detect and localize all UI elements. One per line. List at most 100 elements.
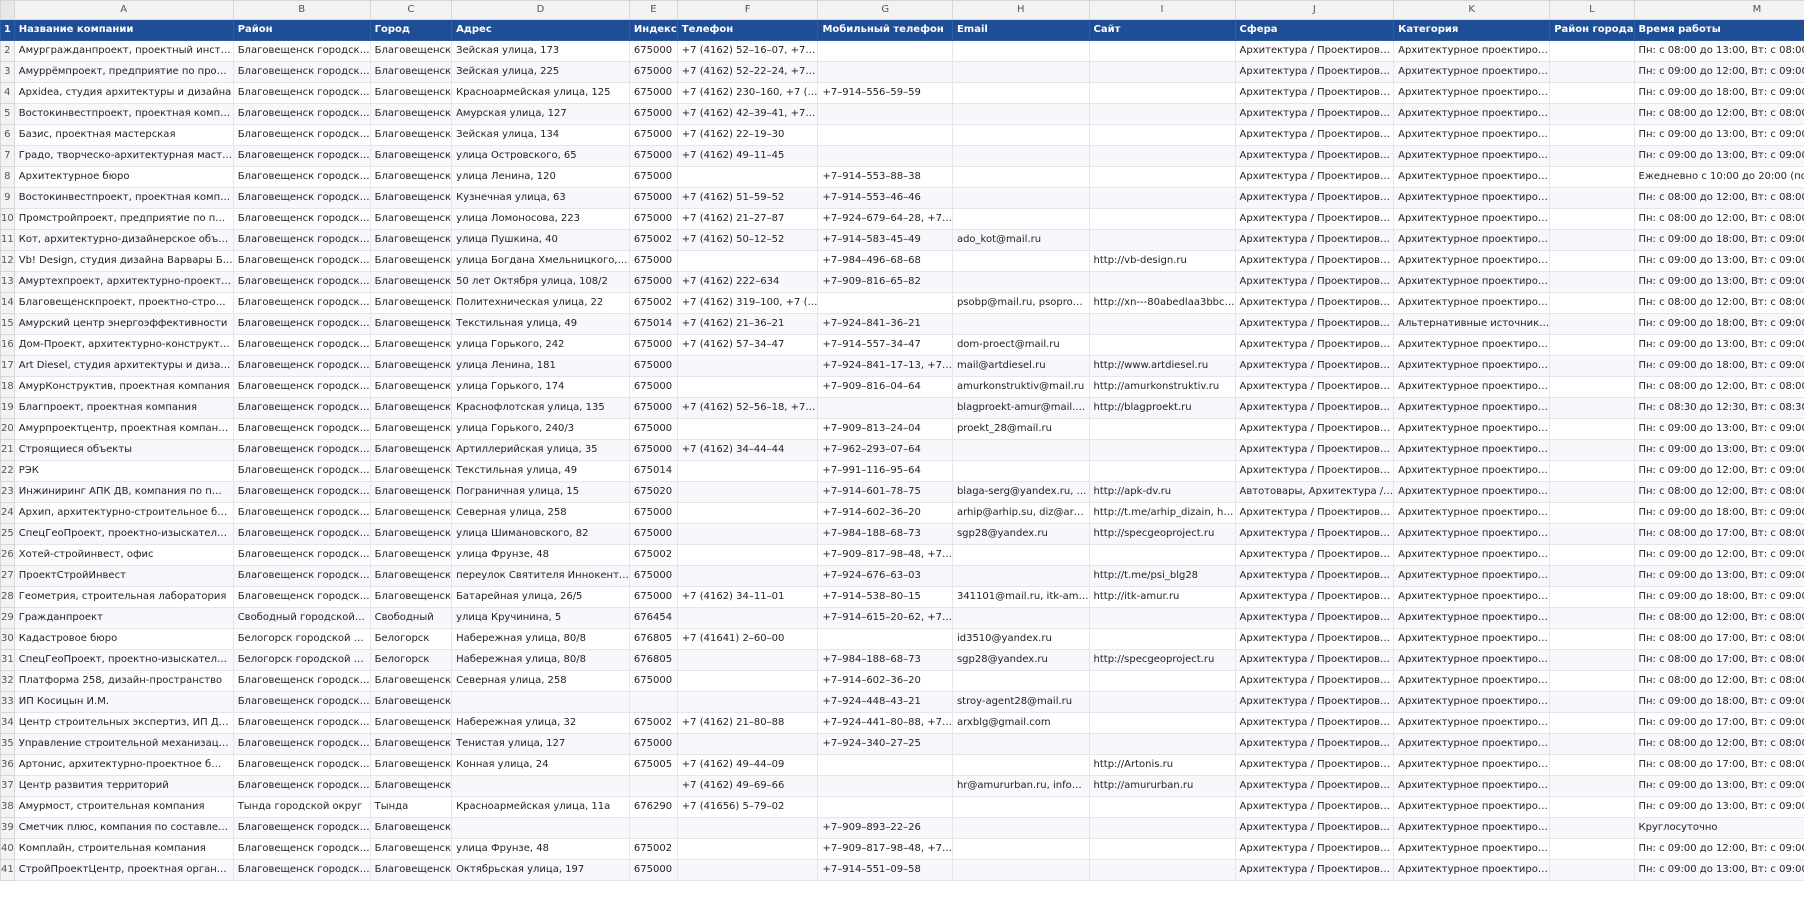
table-cell[interactable]: http://www.artdiesel.ru: [1088, 355, 1236, 377]
table-cell[interactable]: Архитектура / Проектиров…: [1234, 565, 1395, 587]
table-cell[interactable]: Благовещенск: [369, 313, 453, 335]
table-cell[interactable]: Автотовары, Архитектура /…: [1234, 481, 1395, 503]
table-cell[interactable]: +7–914–615–20–62, +7…: [817, 607, 953, 629]
table-cell[interactable]: blaga-serg@yandex.ru, …: [951, 481, 1090, 503]
table-cell[interactable]: улица Островского, 65: [451, 145, 630, 167]
table-cell[interactable]: [951, 166, 1090, 188]
table-cell[interactable]: [676, 838, 819, 860]
header-cell[interactable]: Адрес: [451, 19, 630, 41]
table-cell[interactable]: +7–909–816–04–64: [817, 376, 953, 398]
table-cell[interactable]: [1549, 481, 1635, 503]
table-cell[interactable]: +7 (4162) 22–19–30: [676, 124, 819, 146]
table-cell[interactable]: [1088, 859, 1236, 881]
table-cell[interactable]: Пн: с 08:00 до 17:00, Вт: с 08:00 до 17:…: [1633, 628, 1804, 650]
table-cell[interactable]: Архитектура / Проектиров…: [1234, 733, 1395, 755]
table-cell[interactable]: Пн: с 09:00 до 13:00, Вт: с 09:00 до 13:…: [1633, 565, 1804, 587]
table-cell[interactable]: Белогорск: [369, 628, 453, 650]
table-cell[interactable]: Архитектурное проектиро…: [1393, 61, 1551, 83]
row-number[interactable]: 2: [0, 40, 15, 62]
table-cell[interactable]: Сметчик плюс, компания по составле…: [13, 817, 234, 839]
table-cell[interactable]: blagproekt-amur@mail.…: [951, 397, 1090, 419]
table-cell[interactable]: +7–914–538–80–15: [817, 586, 953, 608]
table-cell[interactable]: [676, 859, 819, 881]
table-cell[interactable]: Благовещенск: [369, 355, 453, 377]
table-cell[interactable]: [1088, 607, 1236, 629]
table-cell[interactable]: СпецГеоПроект, проектно-изыскател…: [13, 523, 234, 545]
table-cell[interactable]: Благовещенск: [369, 691, 453, 713]
table-cell[interactable]: Архитектура / Проектиров…: [1234, 103, 1395, 125]
table-cell[interactable]: hr@amururban.ru, info…: [951, 775, 1090, 797]
table-cell[interactable]: Архитектурное бюро: [13, 166, 234, 188]
table-cell[interactable]: Краснофлотская улица, 135: [451, 397, 630, 419]
table-cell[interactable]: Благовещенск: [369, 712, 453, 734]
table-cell[interactable]: 50 лет Октября улица, 108/2: [451, 271, 630, 293]
table-cell[interactable]: [676, 376, 819, 398]
table-cell[interactable]: Архитектурное проектиро…: [1393, 376, 1551, 398]
table-cell[interactable]: Востокинвестпроект, проектная комп…: [13, 103, 234, 125]
table-cell[interactable]: Благовещенск городск…: [232, 754, 371, 776]
table-cell[interactable]: Благовещенск городск…: [232, 544, 371, 566]
table-cell[interactable]: Зейская улица, 225: [451, 61, 630, 83]
table-cell[interactable]: [817, 628, 953, 650]
table-cell[interactable]: Артиллерийская улица, 35: [451, 439, 630, 461]
table-cell[interactable]: +7 (4162) 49–11–45: [676, 145, 819, 167]
column-letter-header[interactable]: F: [676, 0, 819, 20]
table-cell[interactable]: [676, 166, 819, 188]
table-cell[interactable]: [817, 40, 953, 62]
table-cell[interactable]: Благовещенск городск…: [232, 712, 371, 734]
table-cell[interactable]: Архитектурное проектиро…: [1393, 649, 1551, 671]
table-cell[interactable]: 675000: [628, 397, 678, 419]
table-cell[interactable]: Благовещенск городск…: [232, 124, 371, 146]
table-cell[interactable]: +7–914–557–34–47: [817, 334, 953, 356]
table-cell[interactable]: Свободный: [369, 607, 453, 629]
table-cell[interactable]: Архитектура / Проектиров…: [1234, 229, 1395, 251]
table-cell[interactable]: Амуртехпроект, архитектурно-проект…: [13, 271, 234, 293]
table-cell[interactable]: +7–984–188–68–73: [817, 649, 953, 671]
table-cell[interactable]: [817, 754, 953, 776]
table-cell[interactable]: Центр развития территорий: [13, 775, 234, 797]
table-cell[interactable]: Артонис, архитектурно-проектное б…: [13, 754, 234, 776]
table-cell[interactable]: 675000: [628, 586, 678, 608]
table-cell[interactable]: [1088, 817, 1236, 839]
table-cell[interactable]: 675014: [628, 313, 678, 335]
table-cell[interactable]: улица Пушкина, 40: [451, 229, 630, 251]
table-cell[interactable]: Пн: с 09:00 до 18:00, Вт: с 09:00 до 18:…: [1633, 355, 1804, 377]
table-cell[interactable]: Пн: с 08:00 до 12:00, Вт: с 08:00 до 12:…: [1633, 376, 1804, 398]
column-letter-header[interactable]: I: [1088, 0, 1236, 20]
table-cell[interactable]: Благовещенск: [369, 292, 453, 314]
table-cell[interactable]: [1549, 838, 1635, 860]
table-cell[interactable]: [676, 502, 819, 524]
table-cell[interactable]: [451, 691, 630, 713]
table-cell[interactable]: 675000: [628, 271, 678, 293]
table-cell[interactable]: 675000: [628, 145, 678, 167]
table-cell[interactable]: [1088, 439, 1236, 461]
table-cell[interactable]: +7–924–340–27–25: [817, 733, 953, 755]
table-cell[interactable]: [1549, 145, 1635, 167]
table-cell[interactable]: Архитектура / Проектиров…: [1234, 292, 1395, 314]
table-cell[interactable]: Конная улица, 24: [451, 754, 630, 776]
table-cell[interactable]: [1549, 103, 1635, 125]
table-cell[interactable]: [951, 607, 1090, 629]
row-number[interactable]: 31: [0, 649, 15, 671]
table-cell[interactable]: Благовещенск городск…: [232, 229, 371, 251]
table-cell[interactable]: ado_kot@mail.ru: [951, 229, 1090, 251]
table-cell[interactable]: 675020: [628, 481, 678, 503]
table-cell[interactable]: Благовещенск городск…: [232, 418, 371, 440]
table-cell[interactable]: [1549, 292, 1635, 314]
table-cell[interactable]: [1549, 649, 1635, 671]
table-cell[interactable]: Благовещенск городск…: [232, 817, 371, 839]
table-cell[interactable]: http://amurkonstruktiv.ru: [1088, 376, 1236, 398]
table-cell[interactable]: Белогорск городской …: [232, 649, 371, 671]
row-number[interactable]: 9: [0, 187, 15, 209]
select-all-corner[interactable]: [0, 0, 15, 20]
table-cell[interactable]: +7 (4162) 34–44–44: [676, 439, 819, 461]
table-cell[interactable]: Благовещенск: [369, 523, 453, 545]
table-cell[interactable]: ИП Косицын И.М.: [13, 691, 234, 713]
header-cell[interactable]: Email: [951, 19, 1090, 41]
column-letter-header[interactable]: J: [1234, 0, 1395, 20]
table-cell[interactable]: [951, 61, 1090, 83]
table-cell[interactable]: +7–991–116–95–64: [817, 460, 953, 482]
table-cell[interactable]: Art Diesel, студия архитектуры и диза…: [13, 355, 234, 377]
row-number[interactable]: 34: [0, 712, 15, 734]
table-cell[interactable]: [676, 460, 819, 482]
